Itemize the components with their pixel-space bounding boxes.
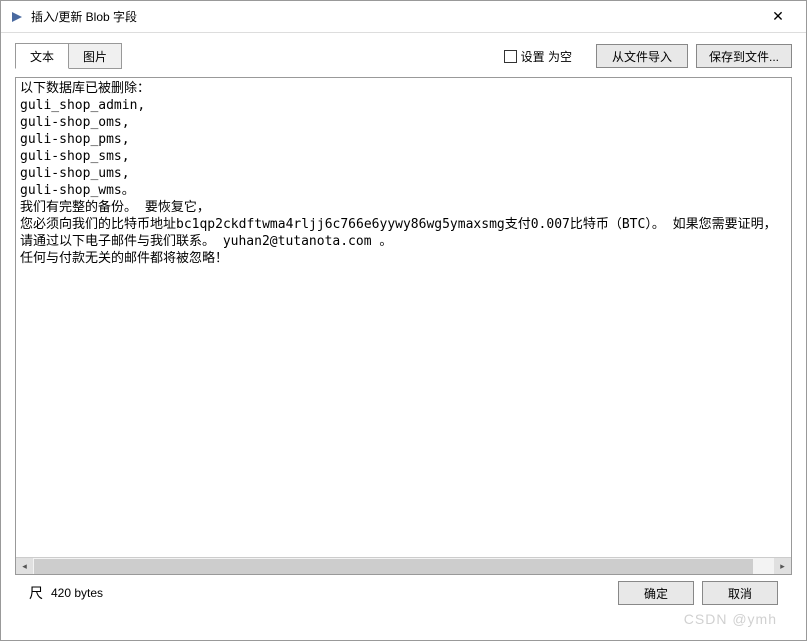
statusbar: 尺 420 bytes 确定 取消: [15, 575, 792, 611]
button-label: 保存到文件...: [709, 48, 779, 65]
tab-text[interactable]: 文本: [15, 43, 69, 69]
toolbar: 文本 图片 设置 为空 从文件导入 保存到文件...: [15, 43, 792, 69]
size-label: 420 bytes: [51, 586, 103, 600]
titlebar: 插入/更新 Blob 字段 ✕: [1, 1, 806, 33]
window-title: 插入/更新 Blob 字段: [31, 8, 758, 25]
scroll-track[interactable]: [33, 558, 774, 574]
button-label: 取消: [728, 585, 752, 602]
blob-text-content[interactable]: 以下数据库已被删除： guli_shop_admin, guli-shop_om…: [16, 78, 791, 557]
scroll-left-button[interactable]: ◂: [16, 558, 33, 575]
tab-image[interactable]: 图片: [68, 43, 122, 69]
ruler-icon: 尺: [29, 583, 43, 603]
button-label: 确定: [644, 585, 668, 602]
text-area-wrapper: 以下数据库已被删除： guli_shop_admin, guli-shop_om…: [15, 77, 792, 575]
scroll-thumb[interactable]: [34, 559, 753, 574]
set-null-checkbox[interactable]: 设置 为空: [504, 48, 572, 65]
close-button[interactable]: ✕: [758, 3, 798, 31]
tab-label: 图片: [83, 48, 107, 65]
button-label: 从文件导入: [612, 48, 672, 65]
import-file-button[interactable]: 从文件导入: [596, 44, 688, 68]
checkbox-label: 设置 为空: [521, 48, 572, 65]
save-file-button[interactable]: 保存到文件...: [696, 44, 792, 68]
content-area: 文本 图片 设置 为空 从文件导入 保存到文件... 以下数据库已被删除： gu…: [1, 33, 806, 617]
close-icon: ✕: [772, 8, 784, 25]
ok-button[interactable]: 确定: [618, 581, 694, 605]
tab-label: 文本: [30, 48, 54, 65]
app-icon: [9, 9, 25, 25]
scroll-right-button[interactable]: ▸: [774, 558, 791, 575]
cancel-button[interactable]: 取消: [702, 581, 778, 605]
checkbox-icon: [504, 50, 517, 63]
horizontal-scrollbar[interactable]: ◂ ▸: [16, 557, 791, 574]
